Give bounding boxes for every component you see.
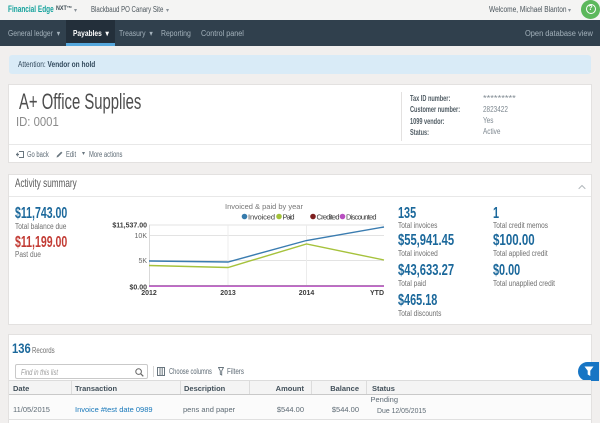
svg-text:Discounted: Discounted (346, 213, 377, 222)
svg-text:2012: 2012 (141, 290, 157, 297)
svg-text:Invoiced: Invoiced (248, 213, 275, 222)
svg-text:Invoiced & paid by year: Invoiced & paid by year (225, 202, 303, 211)
svg-text:$11,537.00: $11,537.00 (112, 223, 147, 230)
svg-text:Paid: Paid (283, 213, 295, 222)
svg-text:2013: 2013 (220, 290, 236, 297)
svg-text:2014: 2014 (299, 290, 315, 297)
svg-text:5K: 5K (138, 258, 147, 265)
svg-text:YTD: YTD (370, 290, 384, 297)
svg-text:Credited: Credited (317, 213, 340, 222)
svg-text:10K: 10K (135, 233, 148, 240)
